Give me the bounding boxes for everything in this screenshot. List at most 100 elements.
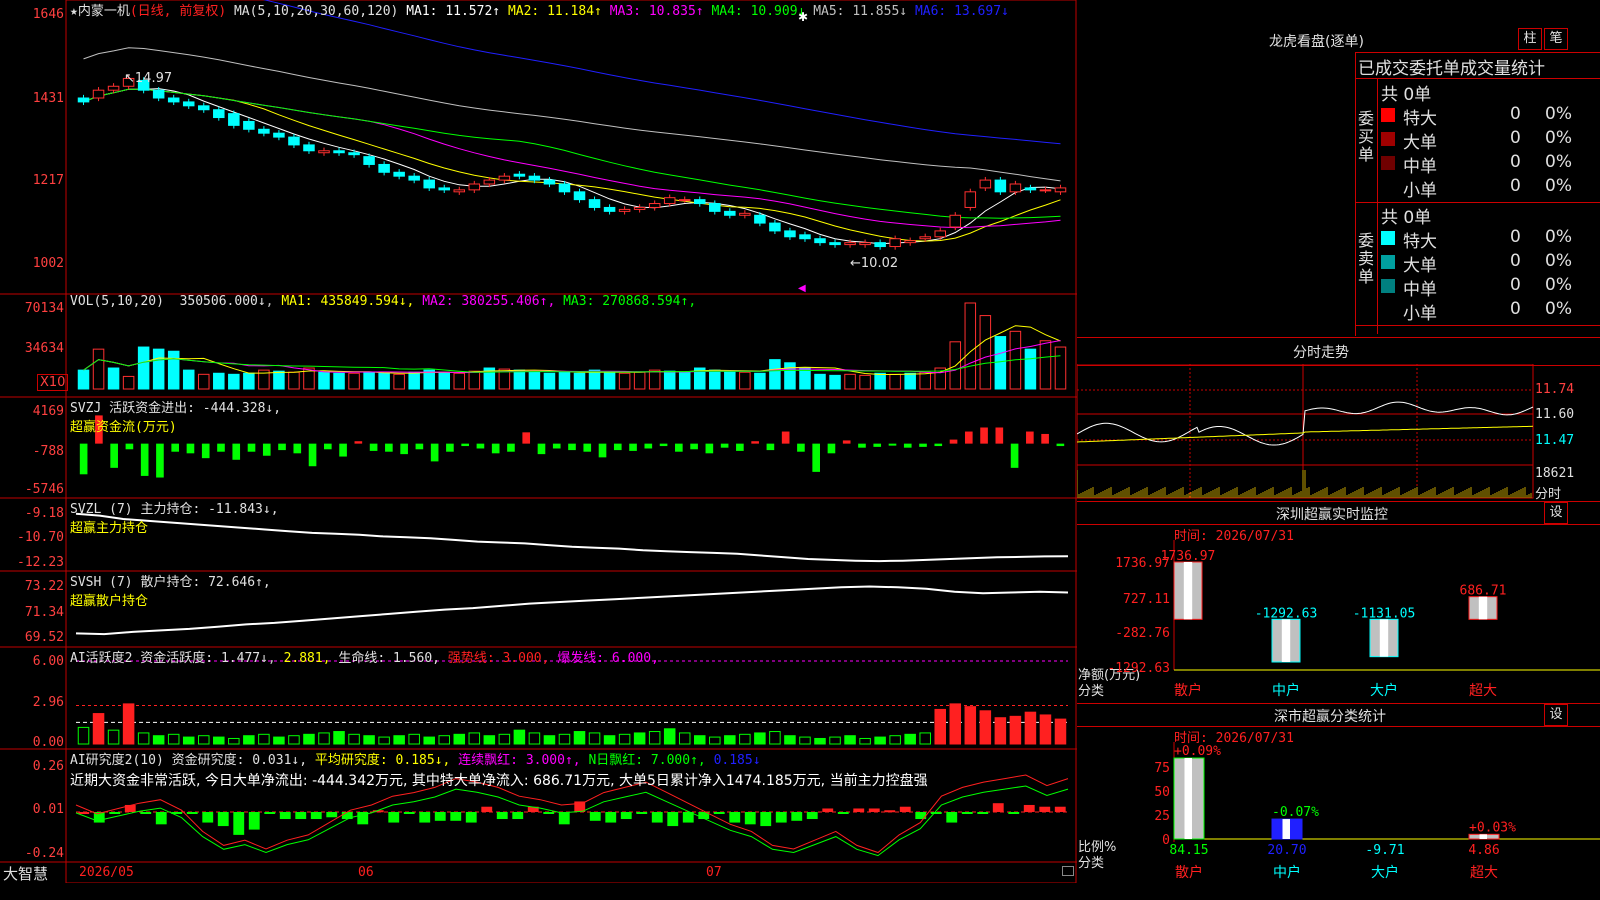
activity-bar: [483, 735, 496, 745]
buy-side-label: 委买单: [1358, 109, 1375, 164]
ma-params: MA(5,10,20,30,60,120): [233, 4, 399, 19]
buy-row-count-1: 0: [1510, 128, 1521, 148]
fund-flow-bar: [919, 443, 927, 447]
buy-row-name-1: 大单: [1403, 133, 1437, 153]
activity-bar: [498, 733, 511, 745]
research-bar: [465, 812, 477, 823]
sell-row-pct-1: 0%: [1545, 251, 1572, 271]
activity-bar: [799, 736, 811, 745]
sz-class-settings-button[interactable]: 设: [1544, 704, 1568, 726]
sz-class-bar-hl-0: [1184, 758, 1192, 839]
volume-bar: [904, 372, 916, 390]
fund-flow-bar: [751, 441, 759, 444]
fund-flow-bar: [522, 432, 531, 444]
vol-ma-value-2: MA2: 380255.406↑,: [422, 294, 564, 309]
sz-monitor-bar-hl-3: [1478, 596, 1488, 620]
fund-flow-bar: [232, 443, 241, 460]
candle-body: [483, 179, 496, 185]
sell-row-swatch-2: [1381, 279, 1395, 293]
tick-mode-button[interactable]: 笔: [1544, 28, 1568, 50]
fund-flow-bar: [797, 443, 805, 452]
research-bar: [1008, 812, 1020, 814]
activity-bar: [603, 735, 616, 745]
sz-monitor-settings-button[interactable]: 设: [1544, 502, 1568, 524]
fund-flow-bar: [201, 443, 210, 459]
intraday-chart[interactable]: [1077, 364, 1600, 499]
research-bar: [217, 812, 229, 827]
ma-value-6: MA6: 13.697↓: [914, 4, 1009, 19]
fund-flow-bar: [186, 443, 195, 454]
activity-bar: [633, 732, 646, 745]
activity-bar: [228, 737, 240, 745]
sz-monitor-chart[interactable]: 1736.97727.11-282.76-1292.631736.97散户-12…: [1077, 540, 1600, 700]
svzl-ytick-0: -9.18: [24, 506, 64, 521]
activity-bar: [243, 735, 255, 745]
sz-class-value-0: 84.15: [1169, 843, 1208, 858]
candle-body: [438, 187, 451, 191]
candle-body: [543, 179, 556, 185]
volume-bar: [754, 372, 766, 390]
stock-name[interactable]: 内蒙一机: [78, 4, 130, 19]
volume-bar: [678, 371, 691, 390]
fund-flow-bar: [720, 443, 729, 448]
vol-ma3-line: [83, 355, 1061, 373]
research-bar: [109, 812, 121, 814]
sz-monitor-bar-hl-1: [1281, 619, 1291, 662]
lhb-bottom-divider: [1355, 325, 1600, 326]
ma-values: MA1: 11.572↑ MA2: 11.184↑ MA3: 10.835↑ M…: [406, 4, 1009, 19]
sz-class-bar-top-3: +0.03%: [1469, 820, 1516, 835]
candle-body: [1009, 183, 1022, 193]
star-icon[interactable]: ★: [70, 4, 78, 19]
volume-bar: [182, 369, 195, 390]
sz-monitor-bar-hl-0: [1183, 562, 1193, 620]
sz-class-ytick-1: 50: [1154, 785, 1170, 800]
activity-bar: [543, 735, 556, 745]
candle-body: [874, 242, 886, 248]
buy-row-count-0: 0: [1510, 104, 1521, 124]
vol-unit-badge[interactable]: X10: [37, 374, 69, 391]
activity-bar: [77, 726, 90, 745]
volume-bar: [408, 371, 420, 390]
activity-bar: [709, 736, 721, 745]
activity-bar: [468, 732, 481, 745]
volume-bar: [137, 346, 150, 390]
research-bar: [78, 812, 90, 814]
research-bar: [295, 812, 307, 820]
fund-flow-bar: [964, 431, 973, 444]
fund-flow-bar: [690, 443, 698, 450]
ai2-header: AI研究度2(10) 资金研究度: 0.031↓, 平均研究度: 0.185↓,…: [70, 753, 761, 768]
intraday-price-line: [1077, 401, 1534, 446]
activity-bar: [844, 735, 856, 745]
brand-logo[interactable]: 大智慧: [3, 863, 48, 884]
activity-bar: [558, 733, 571, 745]
activity-bar: [423, 736, 435, 745]
buy-row-pct-1: 0%: [1545, 128, 1572, 148]
research-bar: [512, 812, 524, 820]
fund-flow-bar: [278, 443, 286, 451]
sell-row-count-0: 0: [1510, 227, 1521, 247]
lock-icon[interactable]: [1062, 866, 1074, 876]
fund-flow-bar: [415, 443, 424, 450]
ai1-ytick-2: 0.00: [32, 735, 64, 750]
lhb-header-divider: [1355, 78, 1600, 79]
volume-bar: [393, 373, 405, 390]
sz-monitor-ytick-1: 727.11: [1123, 592, 1170, 607]
sell-row-pct-0: 0%: [1545, 227, 1572, 247]
chart-area[interactable]: ★内蒙一机(日线, 前复权) MA(5,10,20,30,60,120) MA1…: [0, 0, 1077, 883]
candle-body: [558, 183, 571, 193]
bar-mode-button[interactable]: 柱: [1518, 28, 1542, 50]
sz-class-bar-top-1: -0.07%: [1272, 805, 1319, 820]
ma-line-1: [83, 88, 1061, 245]
fund-flow-bar: [293, 443, 302, 454]
candle-body: [513, 173, 526, 177]
sz-class-chart[interactable]: 7550250+0.09%84.15散户-0.07%20.70中户-9.71大户…: [1077, 742, 1600, 892]
volume-bar: [709, 369, 721, 390]
fund-flow-bar: [659, 443, 668, 447]
activity-bar: [889, 735, 901, 745]
volume-bar: [1024, 348, 1037, 390]
volume-bar: [167, 350, 180, 390]
intraday-tick-1: 11.60: [1535, 407, 1575, 422]
ma-value-1: MA1: 11.572↑: [406, 4, 508, 19]
volume-bar: [543, 372, 556, 390]
activity-bar: [182, 736, 195, 745]
